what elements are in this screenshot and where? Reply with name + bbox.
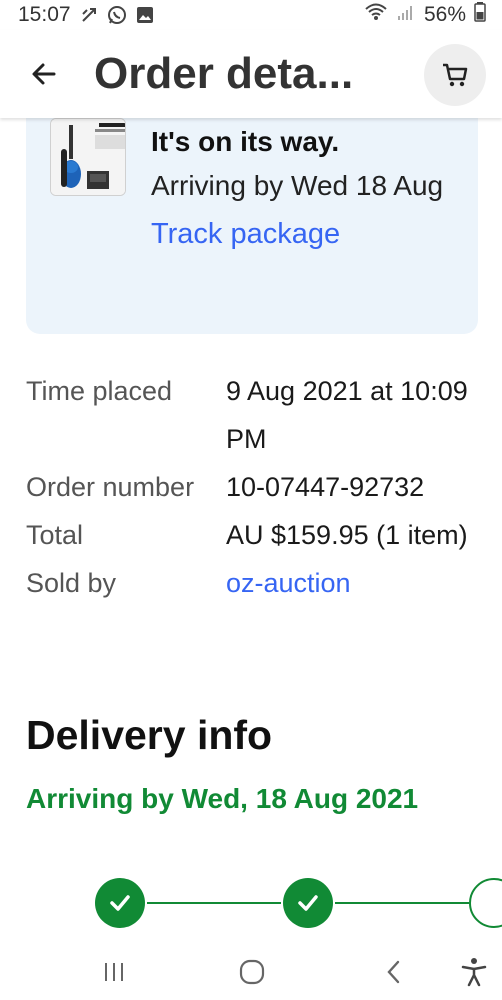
recent-apps-icon <box>105 963 123 981</box>
accessibility-button[interactable] <box>452 952 496 992</box>
accessibility-icon <box>461 958 487 987</box>
usb-debug-icon <box>79 5 99 25</box>
recent-apps-button[interactable] <box>92 952 136 992</box>
app-bar: Order deta... <box>0 30 502 118</box>
detail-label: Total <box>26 520 84 550</box>
order-details: Time placed 9 Aug 2021 at 10:09 PM Order… <box>26 367 478 607</box>
signal-icon <box>396 2 416 28</box>
status-bar: 15:07 56% <box>0 0 502 30</box>
check-icon <box>283 878 333 928</box>
delivery-arrival-text: Arriving by Wed, 18 Aug 2021 <box>26 783 419 814</box>
seller-link[interactable]: oz-auction <box>226 559 351 607</box>
product-thumbnail[interactable] <box>50 118 126 196</box>
delivery-info-title: Delivery info <box>26 712 273 758</box>
delivery-progress <box>95 878 502 928</box>
status-time: 15:07 <box>18 3 71 26</box>
detail-row-sold-by: Sold by oz-auction <box>26 559 478 607</box>
detail-label: Order number <box>26 472 195 502</box>
progress-line <box>147 902 281 904</box>
whatsapp-icon <box>107 5 127 25</box>
cart-icon <box>443 63 468 87</box>
shipment-arrival-text: Arriving by Wed 18 Aug <box>151 170 444 201</box>
arrow-left-icon <box>32 63 56 85</box>
shipment-status-card: It's on its way. Arriving by Wed 18 Aug … <box>26 104 478 334</box>
detail-value: 9 Aug 2021 at 10:09 PM <box>226 376 468 454</box>
nav-back-button[interactable] <box>372 952 416 992</box>
back-button[interactable] <box>22 52 66 96</box>
wifi-icon <box>364 2 388 28</box>
page-title: Order deta... <box>94 49 354 98</box>
detail-row-order-number: Order number 10-07447-92732 <box>26 463 478 511</box>
check-icon <box>95 878 145 928</box>
system-nav-bar <box>0 944 502 1000</box>
battery-icon <box>474 2 486 28</box>
detail-row-total: Total AU $159.95 (1 item) <box>26 511 478 559</box>
home-button[interactable] <box>230 952 274 992</box>
chevron-left-icon <box>387 960 400 984</box>
image-icon <box>135 5 155 25</box>
battery-percent: 56% <box>423 3 466 26</box>
cart-button[interactable] <box>424 44 486 106</box>
track-package-link[interactable]: Track package <box>151 210 340 258</box>
detail-label: Time placed <box>26 376 173 406</box>
progress-step-pending <box>469 878 502 928</box>
detail-row-time-placed: Time placed 9 Aug 2021 at 10:09 PM <box>26 367 478 463</box>
progress-line <box>335 902 469 904</box>
detail-label: Sold by <box>26 568 117 598</box>
detail-value: AU $159.95 (1 item) <box>226 520 468 550</box>
home-icon <box>239 959 265 985</box>
detail-value: 10-07447-92732 <box>226 472 425 502</box>
shipment-status-title: It's on its way. <box>151 126 340 157</box>
